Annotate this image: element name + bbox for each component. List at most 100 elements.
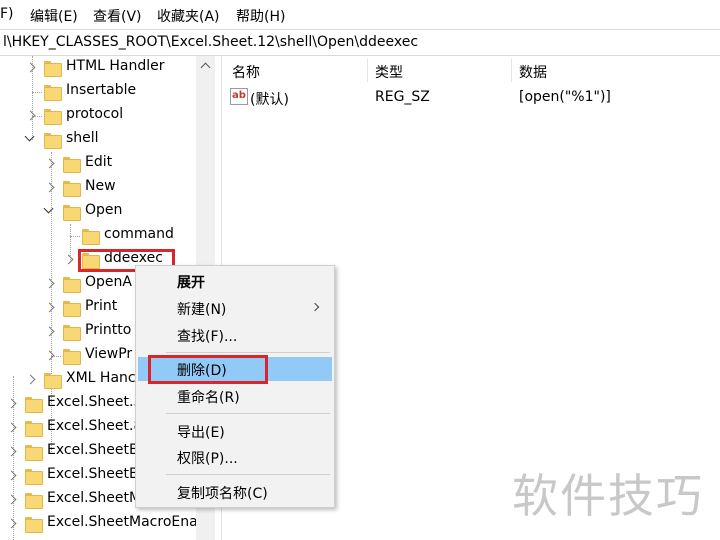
folder-icon <box>44 109 62 125</box>
chevron-right-icon[interactable] <box>5 512 19 536</box>
tree-item-label: ViewPr <box>85 346 133 362</box>
tree-item-label: protocol <box>66 106 124 122</box>
tree-item-command[interactable]: command <box>0 224 196 248</box>
chevron-right-icon[interactable] <box>5 488 19 512</box>
chevron-right-icon[interactable] <box>43 152 57 176</box>
folder-icon <box>63 325 81 341</box>
menu-item-label: 新建(N) <box>177 302 227 318</box>
list-header: 名称 类型 数据 <box>222 56 720 84</box>
value-name: (默认) <box>250 92 289 108</box>
context-menu: 展开 新建(N) 查找(F)... 删除(D) 重命名(R) 导出(E) 权限(… <box>135 265 335 508</box>
chevron-down-icon[interactable] <box>24 128 38 152</box>
tree-item-new[interactable]: New <box>0 176 196 200</box>
folder-icon <box>63 205 81 221</box>
tree-item-label: Insertable <box>66 82 137 98</box>
tree-item-label: shell <box>66 130 99 146</box>
annotation-box-delete <box>148 355 268 384</box>
chevron-right-icon[interactable] <box>43 344 57 368</box>
menu-edit[interactable]: 编辑(E) <box>30 6 78 26</box>
chevron-right-icon[interactable] <box>62 248 76 272</box>
tree-item-shell[interactable]: shell <box>0 128 196 152</box>
chevron-right-icon[interactable] <box>43 272 57 296</box>
tree-item-label: Print <box>85 298 118 314</box>
tree-item-label: Excel.SheetB <box>47 442 139 458</box>
tree-item-label: XML Hanc <box>66 370 136 386</box>
menu-favorites[interactable]: 收藏夹(A) <box>157 6 220 26</box>
menu-item-copy-key-name[interactable]: 复制项名称(C) <box>138 480 332 504</box>
folder-icon <box>25 469 43 485</box>
chevron-right-icon[interactable] <box>43 296 57 320</box>
menu-help[interactable]: 帮助(H) <box>236 6 285 26</box>
tree-item-label: Excel.SheetMacroEna <box>47 514 196 530</box>
menu-item-expand[interactable]: 展开 <box>138 269 332 293</box>
folder-icon <box>25 493 43 509</box>
tree-item-html-handler[interactable]: HTML Handler <box>0 56 196 80</box>
chevron-right-icon[interactable] <box>24 104 38 128</box>
chevron-right-icon[interactable] <box>43 176 57 200</box>
tree-item-label: OpenA <box>85 274 132 290</box>
menu-item-label: 复制项名称(C) <box>177 486 268 502</box>
menu-separator <box>166 352 330 353</box>
folder-icon <box>63 301 81 317</box>
folder-icon <box>44 61 62 77</box>
address-path: l\HKEY_CLASSES_ROOT\Excel.Sheet.12\shell… <box>3 34 419 50</box>
column-header-type[interactable]: 类型 <box>375 62 403 82</box>
scroll-up-arrow-icon[interactable] <box>196 56 214 76</box>
value-type: REG_SZ <box>375 89 430 105</box>
menu-separator <box>166 413 330 414</box>
folder-icon <box>25 421 43 437</box>
tree-item-label: command <box>104 226 174 242</box>
tree-item-label: Excel.Sheet.5 <box>47 394 143 410</box>
tree-item-protocol[interactable]: protocol <box>0 104 196 128</box>
tree-item-label: Excel.SheetM <box>47 490 142 506</box>
tree-item-label: Excel.Sheet.8 <box>47 418 143 434</box>
folder-icon <box>44 373 62 389</box>
folder-icon <box>63 349 81 365</box>
tree-item-label: Edit <box>85 154 113 170</box>
column-header-data[interactable]: 数据 <box>519 62 547 82</box>
menu-item-rename[interactable]: 重命名(R) <box>138 384 332 408</box>
menu-item-permissions[interactable]: 权限(P)... <box>138 445 332 469</box>
chevron-right-icon[interactable] <box>5 416 19 440</box>
tree-item-edit[interactable]: Edit <box>0 152 196 176</box>
tree-item-label: Printto <box>85 322 132 338</box>
tree-item-label: HTML Handler <box>66 58 165 74</box>
folder-icon <box>25 445 43 461</box>
menu-view[interactable]: 查看(V) <box>93 6 142 26</box>
chevron-right-icon[interactable] <box>5 440 19 464</box>
menu-bar: F) 编辑(E) 查看(V) 收藏夹(A) 帮助(H) <box>0 0 720 29</box>
chevron-right-icon[interactable] <box>43 320 57 344</box>
address-bar[interactable]: l\HKEY_CLASSES_ROOT\Excel.Sheet.12\shell… <box>0 29 720 56</box>
chevron-right-icon[interactable] <box>5 392 19 416</box>
chevron-right-icon[interactable] <box>24 56 38 80</box>
tree-item-label: New <box>85 178 116 194</box>
menu-item-new[interactable]: 新建(N) <box>138 296 332 320</box>
folder-icon <box>63 157 81 173</box>
menu-file[interactable]: F) <box>0 6 14 22</box>
folder-icon <box>63 181 81 197</box>
folder-icon <box>63 277 81 293</box>
menu-item-find[interactable]: 查找(F)... <box>138 323 332 347</box>
menu-item-label: 权限(P)... <box>177 451 238 467</box>
list-row[interactable]: ab (默认) REG_SZ [open("%1")] <box>222 87 720 109</box>
chevron-right-icon[interactable] <box>24 368 38 392</box>
menu-item-label: 导出(E) <box>177 425 225 441</box>
ab-string-icon: ab <box>230 88 248 105</box>
column-divider[interactable] <box>511 58 512 82</box>
column-divider[interactable] <box>367 58 368 82</box>
folder-icon <box>44 85 62 101</box>
tree-item-insertable[interactable]: Insertable <box>0 80 196 104</box>
menu-separator <box>166 474 330 475</box>
menu-item-export[interactable]: 导出(E) <box>138 419 332 443</box>
folder-icon <box>25 397 43 413</box>
tree-item-open[interactable]: Open <box>0 200 196 224</box>
tree-item-label: Open <box>85 202 123 218</box>
chevron-right-icon[interactable] <box>5 464 19 488</box>
folder-icon <box>44 133 62 149</box>
value-data: [open("%1")] <box>519 89 611 105</box>
column-header-name[interactable]: 名称 <box>232 62 260 82</box>
chevron-down-icon[interactable] <box>43 200 57 224</box>
menu-item-label: 查找(F)... <box>177 329 238 345</box>
menu-item-label: 重命名(R) <box>177 390 240 406</box>
tree-item-excel-sheetmacroenabled[interactable]: Excel.SheetMacroEna <box>0 512 196 536</box>
